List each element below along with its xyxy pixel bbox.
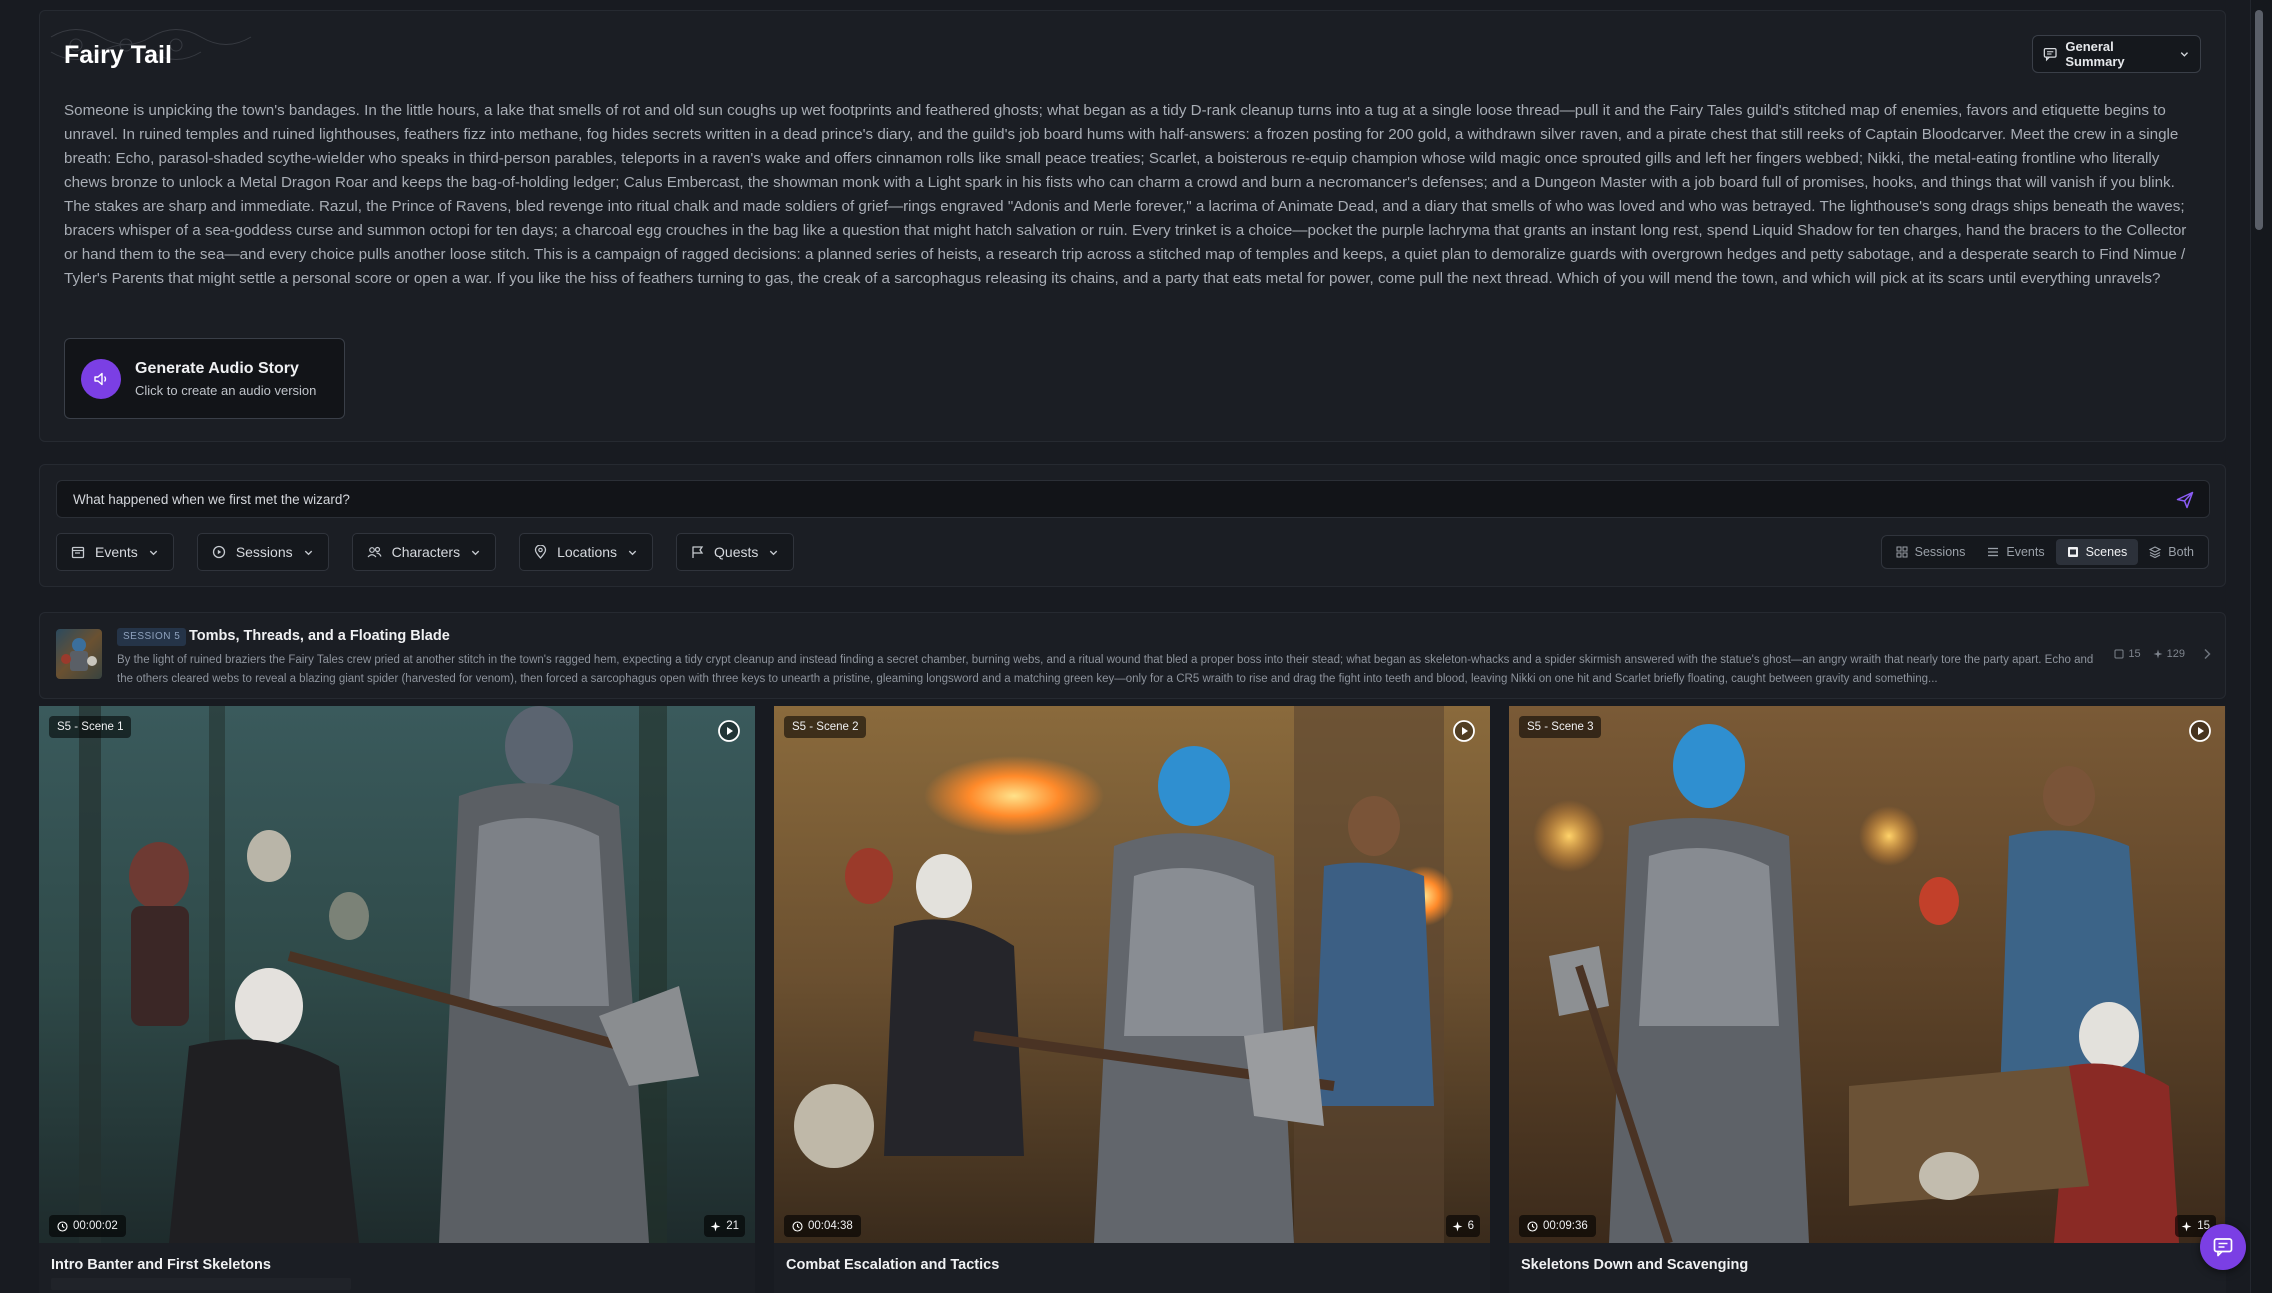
view-option-events[interactable]: Events: [1976, 539, 2055, 565]
scene-time-value: 00:09:36: [1543, 1220, 1588, 1232]
summary-text: Someone is unpicking the town's bandages…: [64, 102, 2187, 287]
filter-quests[interactable]: Quests: [676, 533, 795, 571]
grid-icon: [1896, 546, 1908, 558]
scrollbar-thumb[interactable]: [2255, 10, 2263, 230]
filter-characters[interactable]: Characters: [351, 533, 497, 571]
view-option-scenes[interactable]: Scenes: [2055, 539, 2139, 565]
sparkle-icon: [1452, 1221, 1463, 1231]
scene-event-count: 6: [1445, 1215, 1480, 1237]
chat-icon: [2043, 47, 2057, 62]
scene-card[interactable]: S5 - Scene 3 00:09:36 15 Skeletons Down …: [1509, 706, 2226, 1293]
list-icon: [1988, 547, 1999, 557]
filter-label: Events: [95, 544, 138, 560]
chevron-down-icon: [471, 550, 480, 555]
chat-icon: [2213, 1238, 2233, 1257]
sparkle-icon: [710, 1221, 721, 1231]
audio-button-title: Generate Audio Story: [135, 359, 299, 377]
session-meta: 15 129: [2114, 648, 2185, 660]
filter-label: Characters: [391, 544, 461, 560]
chevron-down-icon: [628, 550, 637, 555]
query-input-wrapper: [56, 480, 2210, 518]
chevron-down-icon: [2181, 52, 2189, 57]
scene-title: Intro Banter and First Skeletons: [51, 1257, 271, 1273]
view-option-both[interactable]: Both: [2138, 539, 2205, 565]
filter-locations[interactable]: Locations: [519, 533, 654, 571]
play-circle-icon: [212, 545, 225, 559]
filter-label: Sessions: [235, 544, 293, 560]
scene-image: [774, 706, 1490, 1243]
filter-sessions[interactable]: Sessions: [196, 533, 329, 571]
map-pin-icon: [534, 545, 547, 559]
play-icon[interactable]: [2188, 719, 2212, 743]
scene-tag: S5 - Scene 3: [1519, 716, 1602, 738]
session-description: By the light of ruined braziers the Fair…: [117, 654, 2094, 685]
scene-title: Combat Escalation and Tactics: [786, 1257, 1000, 1273]
scene-image: [1509, 706, 2225, 1243]
scene-time-value: 00:04:38: [808, 1220, 853, 1232]
film-icon: [2114, 649, 2124, 659]
scene-card[interactable]: S5 - Scene 2 00:04:38 6 Combat Escalatio…: [774, 706, 1490, 1293]
summary-type-dropdown[interactable]: General Summary: [2032, 35, 2201, 73]
view-option-label: Scenes: [2085, 545, 2128, 559]
calendar-icon: [71, 546, 85, 559]
summary-card: Fairy Tail General Summary Someone is un…: [39, 10, 2226, 442]
scene-card[interactable]: S5 - Scene 1 00:00:02 21 Intro Banter an…: [39, 706, 755, 1293]
view-option-label: Events: [2006, 545, 2045, 559]
event-count: 129: [2153, 648, 2185, 660]
scene-event-count: 21: [704, 1215, 745, 1237]
send-icon[interactable]: [2175, 490, 2195, 510]
generate-audio-button[interactable]: Generate Audio Story Click to create an …: [64, 338, 345, 419]
clock-icon: [792, 1220, 803, 1232]
view-mode-toggle: Sessions Events Scenes Both: [1880, 535, 2209, 569]
filter-bar: Events Sessions Characters Locations Que: [56, 533, 817, 571]
session-title: Tombs, Threads, and a Floating Blade: [189, 628, 450, 644]
filter-events[interactable]: Events: [56, 533, 174, 571]
query-input[interactable]: [57, 481, 2167, 517]
view-option-sessions[interactable]: Sessions: [1885, 539, 1977, 565]
clock-icon: [1527, 1220, 1538, 1232]
scene-timestamp: 00:09:36: [1519, 1215, 1596, 1237]
filter-label: Locations: [557, 544, 618, 560]
audio-button-subtitle: Click to create an audio version: [135, 382, 317, 398]
app-frame: Fairy Tail General Summary Someone is un…: [0, 0, 2250, 1293]
session-badge: SESSION 5: [117, 628, 187, 646]
query-panel: Events Sessions Characters Locations Que: [39, 464, 2226, 587]
speaker-icon: [81, 358, 121, 399]
scene-count-value: 15: [2128, 648, 2141, 660]
chevron-down-icon: [149, 550, 158, 555]
chevron-down-icon: [770, 550, 778, 555]
scene-timestamp: 00:04:38: [784, 1215, 861, 1237]
page-title: Fairy Tail: [64, 41, 172, 69]
scene-count-value: 21: [726, 1220, 739, 1232]
scene-title: Skeletons Down and Scavenging: [1521, 1257, 1749, 1273]
session-thumbnail: [56, 629, 102, 679]
scene-image: [39, 706, 755, 1243]
chevron-down-icon: [304, 550, 312, 555]
sparkle-icon: [2153, 649, 2163, 659]
view-option-label: Sessions: [1914, 545, 1966, 559]
sparkle-icon: [2181, 1221, 2192, 1231]
film-icon: [2067, 547, 2078, 557]
event-count-value: 129: [2166, 648, 2185, 660]
scene-count: 15: [2114, 648, 2141, 660]
play-icon[interactable]: [717, 719, 741, 743]
users-icon: [367, 546, 382, 558]
flag-icon: [692, 546, 704, 558]
scene-tag: S5 - Scene 1: [49, 716, 132, 738]
clock-icon: [57, 1220, 68, 1232]
scene-tag: S5 - Scene 2: [784, 716, 867, 738]
scene-description-placeholder: [51, 1278, 351, 1290]
play-icon[interactable]: [1452, 719, 1476, 743]
layers-icon: [2149, 546, 2162, 558]
session-card[interactable]: SESSION 5 Tombs, Threads, and a Floating…: [39, 612, 2226, 699]
summary-dropdown-label: General Summary: [2065, 39, 2125, 69]
view-option-label: Both: [2168, 545, 2194, 559]
chevron-right-icon[interactable]: [2201, 647, 2213, 661]
scene-time-value: 00:00:02: [73, 1220, 118, 1232]
chat-fab-button[interactable]: [2200, 1224, 2246, 1270]
scene-timestamp: 00:00:02: [49, 1215, 126, 1237]
filter-label: Quests: [714, 544, 759, 560]
scene-count-value: 6: [1467, 1220, 1474, 1232]
